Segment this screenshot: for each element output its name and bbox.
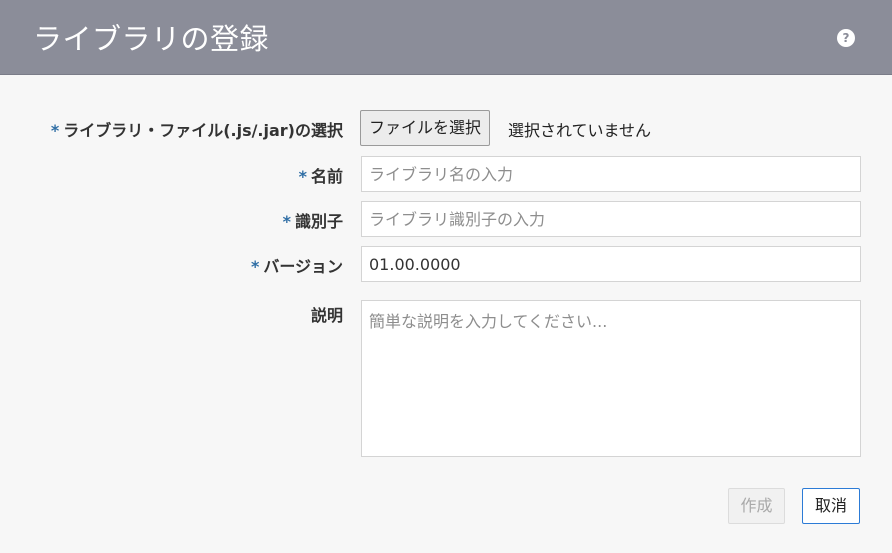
name-label: * 名前 (299, 163, 343, 187)
required-mark: * (298, 167, 307, 186)
required-mark: * (250, 257, 260, 276)
required-mark: * (50, 121, 60, 140)
version-input[interactable] (361, 246, 861, 282)
dialog-title: ライブラリの登録 (33, 22, 270, 56)
name-label-text: 名前 (310, 167, 343, 186)
name-input[interactable] (361, 156, 861, 192)
version-label: * バージョン (251, 253, 343, 277)
file-label: * ライブラリ・ファイル(.js/.jar)の選択 (51, 117, 343, 141)
version-label-text: バージョン (263, 257, 343, 276)
description-label: 説明 (310, 306, 343, 325)
register-library-dialog: ライブラリの登録 ? * ライブラリ・ファイル(.js/.jar)の選択 ファイル… (0, 0, 892, 553)
create-button[interactable]: 作成 (728, 488, 785, 524)
file-status-text: 選択されていません (508, 121, 652, 140)
help-icon[interactable]: ? (837, 29, 855, 47)
cancel-button[interactable]: 取消 (802, 488, 860, 524)
required-mark: * (282, 212, 291, 231)
identifier-label: * 識別子 (283, 208, 343, 232)
file-label-text: ライブラリ・ファイル(.js/.jar)の選択 (63, 121, 343, 140)
choose-file-button[interactable]: ファイルを選択 (360, 110, 491, 146)
identifier-label-text: 識別子 (294, 212, 343, 231)
description-textarea[interactable] (361, 300, 861, 457)
identifier-input[interactable] (361, 201, 861, 237)
dialog-header: ライブラリの登録 ? (0, 0, 892, 75)
